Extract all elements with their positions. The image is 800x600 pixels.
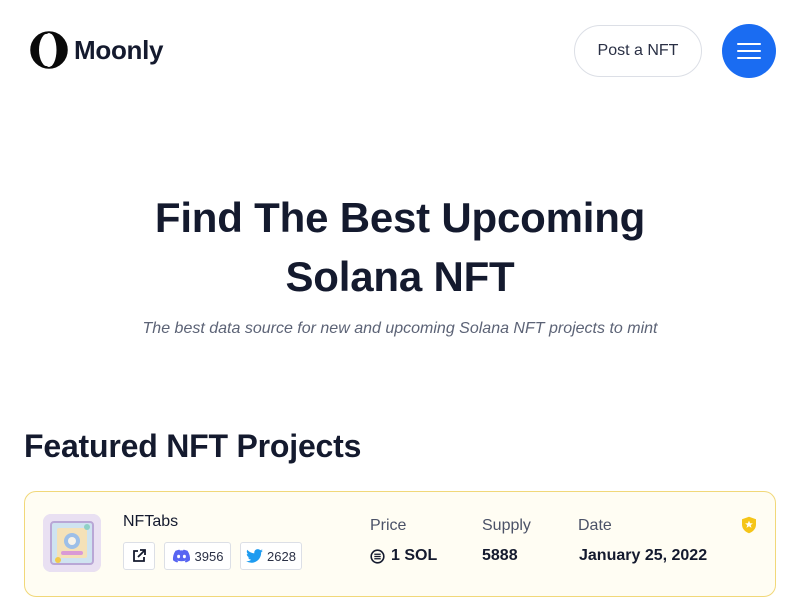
date-value: January 25, 2022 [579, 547, 708, 564]
discord-link[interactable]: 3956 [164, 542, 231, 570]
price-amount: 1 SOL [391, 547, 438, 564]
brand-name: Moonly [74, 34, 164, 65]
featured-section-title: Featured NFT Projects [24, 428, 362, 464]
hero-title-line1: Find The Best Upcoming [154, 194, 646, 241]
twitter-icon [246, 549, 263, 563]
external-link-icon [133, 549, 146, 562]
site-header: Moonly Post a NFT [0, 0, 800, 100]
date-label: Date [578, 517, 612, 534]
project-name[interactable]: NFTabs [123, 513, 178, 531]
project-image [43, 514, 101, 572]
moon-logo-icon [30, 31, 68, 69]
hero-title-line2: Solana NFT [285, 253, 515, 300]
supply-label: Supply [482, 517, 531, 534]
discord-count: 3956 [194, 548, 224, 564]
menu-button[interactable] [722, 24, 776, 78]
project-thumbnail[interactable] [43, 514, 101, 572]
external-link-button[interactable] [123, 542, 155, 570]
solana-icon [370, 548, 385, 564]
twitter-link[interactable]: 2628 [240, 542, 302, 570]
twitter-count: 2628 [267, 548, 296, 564]
supply-value: 5888 [482, 547, 518, 564]
price-label: Price [370, 517, 407, 534]
hero-title: Find The Best Upcoming Solana NFT [100, 188, 700, 306]
price-value: 1 SOL [370, 547, 437, 565]
verified-badge-icon [742, 516, 756, 534]
discord-icon [172, 549, 190, 562]
post-nft-button[interactable]: Post a NFT [574, 25, 702, 77]
project-card[interactable]: NFTabs 3956 2628 Price 1 SOL Supply 5888… [24, 491, 776, 597]
hero-subtitle: The best data source for new and upcomin… [142, 320, 658, 337]
hamburger-icon [737, 43, 761, 59]
brand-logo[interactable]: Moonly [30, 31, 163, 69]
